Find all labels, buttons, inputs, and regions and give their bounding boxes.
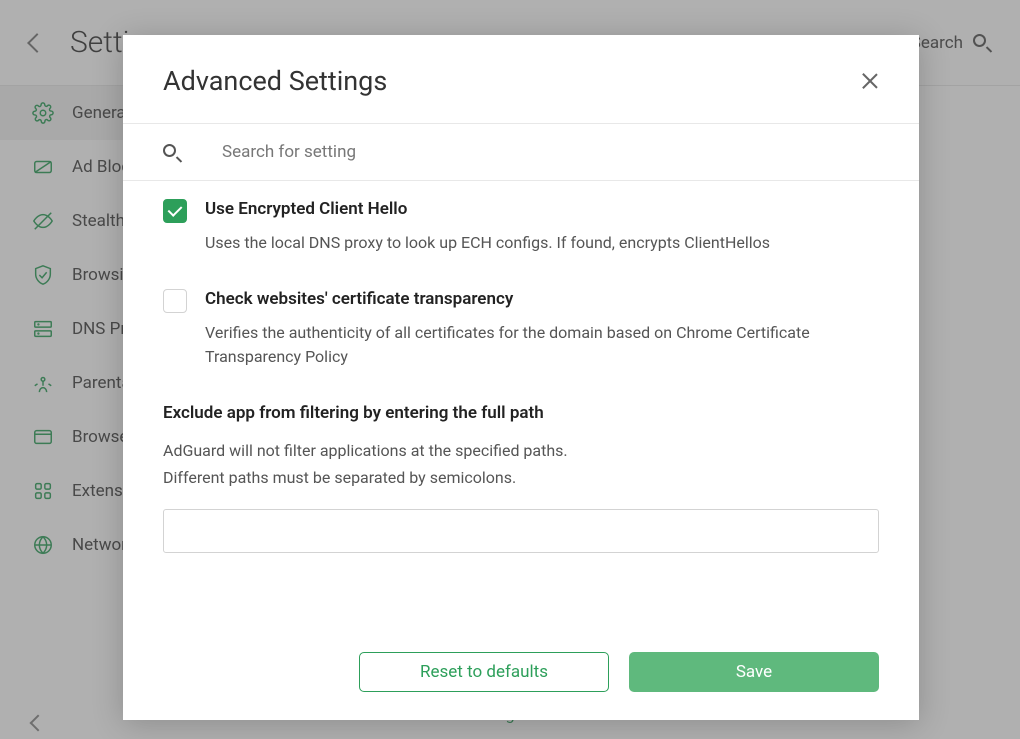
save-button[interactable]: Save — [629, 652, 879, 692]
search-input[interactable] — [222, 142, 879, 162]
checkbox-ech[interactable] — [163, 199, 187, 223]
modal-body: Use Encrypted Client Hello Uses the loca… — [123, 181, 919, 632]
reset-button[interactable]: Reset to defaults — [359, 652, 609, 692]
modal-header: Advanced Settings — [123, 35, 919, 123]
exclude-desc: AdGuard will not filter applications at … — [163, 437, 879, 491]
option-ech: Use Encrypted Client Hello Uses the loca… — [163, 199, 879, 255]
exclude-section: Exclude app from filtering by entering t… — [163, 403, 879, 553]
modal-footer: Reset to defaults Save — [123, 632, 919, 720]
close-icon[interactable] — [861, 72, 879, 90]
option-desc: Verifies the authenticity of all certifi… — [205, 321, 879, 369]
option-desc: Uses the local DNS proxy to look up ECH … — [205, 231, 879, 255]
checkbox-cert-transparency[interactable] — [163, 289, 187, 313]
search-icon — [163, 144, 180, 161]
option-title: Check websites' certificate transparency — [205, 289, 879, 309]
modal-search-row — [123, 124, 919, 180]
option-title: Use Encrypted Client Hello — [205, 199, 879, 219]
exclude-title: Exclude app from filtering by entering t… — [163, 403, 879, 423]
exclude-path-input[interactable] — [163, 509, 879, 553]
modal-title: Advanced Settings — [163, 65, 387, 97]
advanced-settings-modal: Advanced Settings Use Encrypted Client H… — [123, 35, 919, 720]
option-cert-transparency: Check websites' certificate transparency… — [163, 289, 879, 369]
